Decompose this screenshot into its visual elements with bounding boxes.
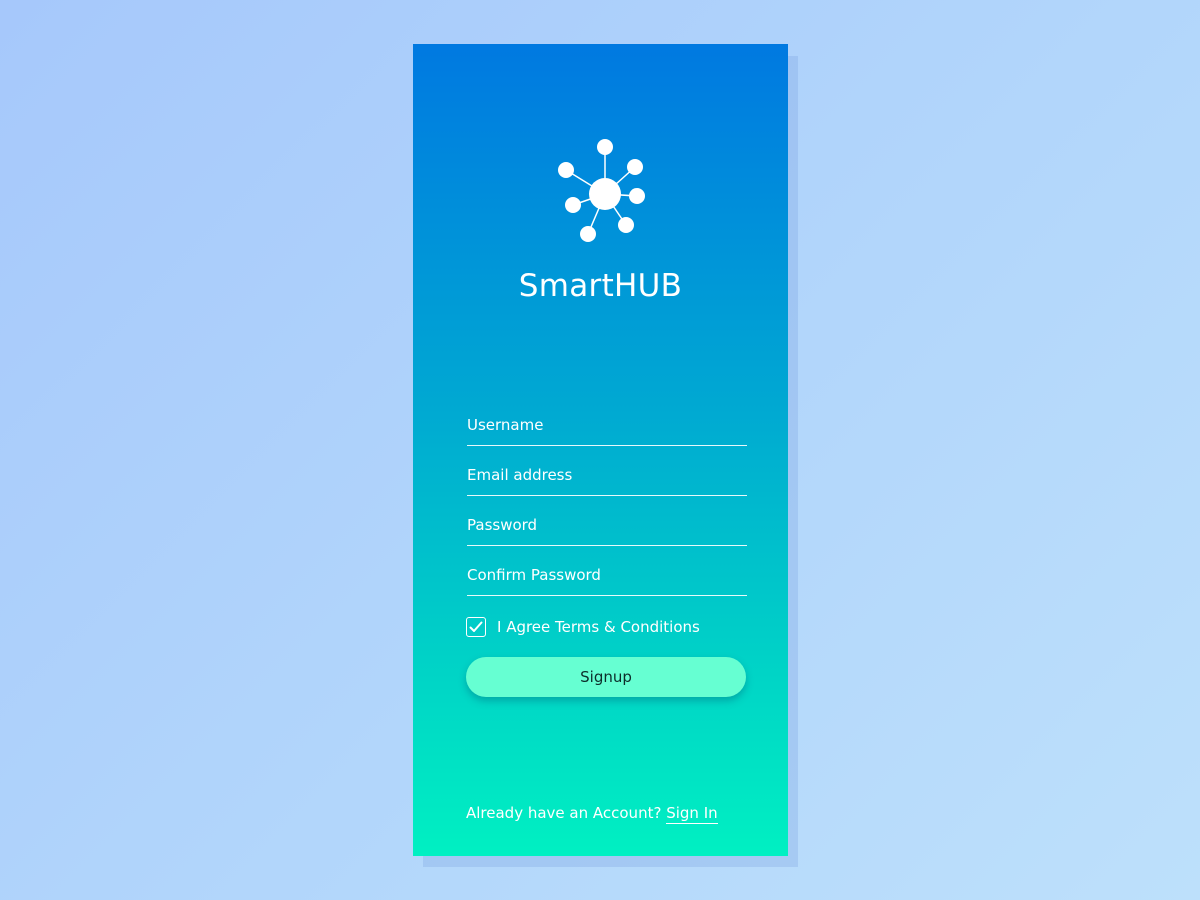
checkmark-icon (469, 621, 483, 632)
network-hub-icon (558, 139, 645, 242)
email-field-wrapper (467, 457, 747, 496)
username-input[interactable] (467, 407, 747, 443)
username-field-wrapper (467, 407, 747, 446)
signup-button[interactable]: Signup (466, 657, 746, 697)
confirm-password-input[interactable] (467, 557, 747, 593)
password-field-wrapper (467, 507, 747, 546)
confirm-password-field-wrapper (467, 557, 747, 596)
terms-label[interactable]: I Agree Terms & Conditions (497, 618, 700, 636)
signup-screen: SmartHUB I Agree Terms & Conditions Sign… (413, 44, 788, 856)
signin-prompt-text: Already have an Account? (466, 804, 662, 822)
terms-checkbox[interactable] (466, 617, 486, 637)
email-input[interactable] (467, 457, 747, 493)
password-input[interactable] (467, 507, 747, 543)
signin-link[interactable]: Sign In (666, 804, 718, 824)
signin-prompt: Already have an Account? Sign In (466, 804, 718, 824)
terms-row: I Agree Terms & Conditions (466, 616, 700, 638)
app-title: SmartHUB (518, 268, 683, 304)
